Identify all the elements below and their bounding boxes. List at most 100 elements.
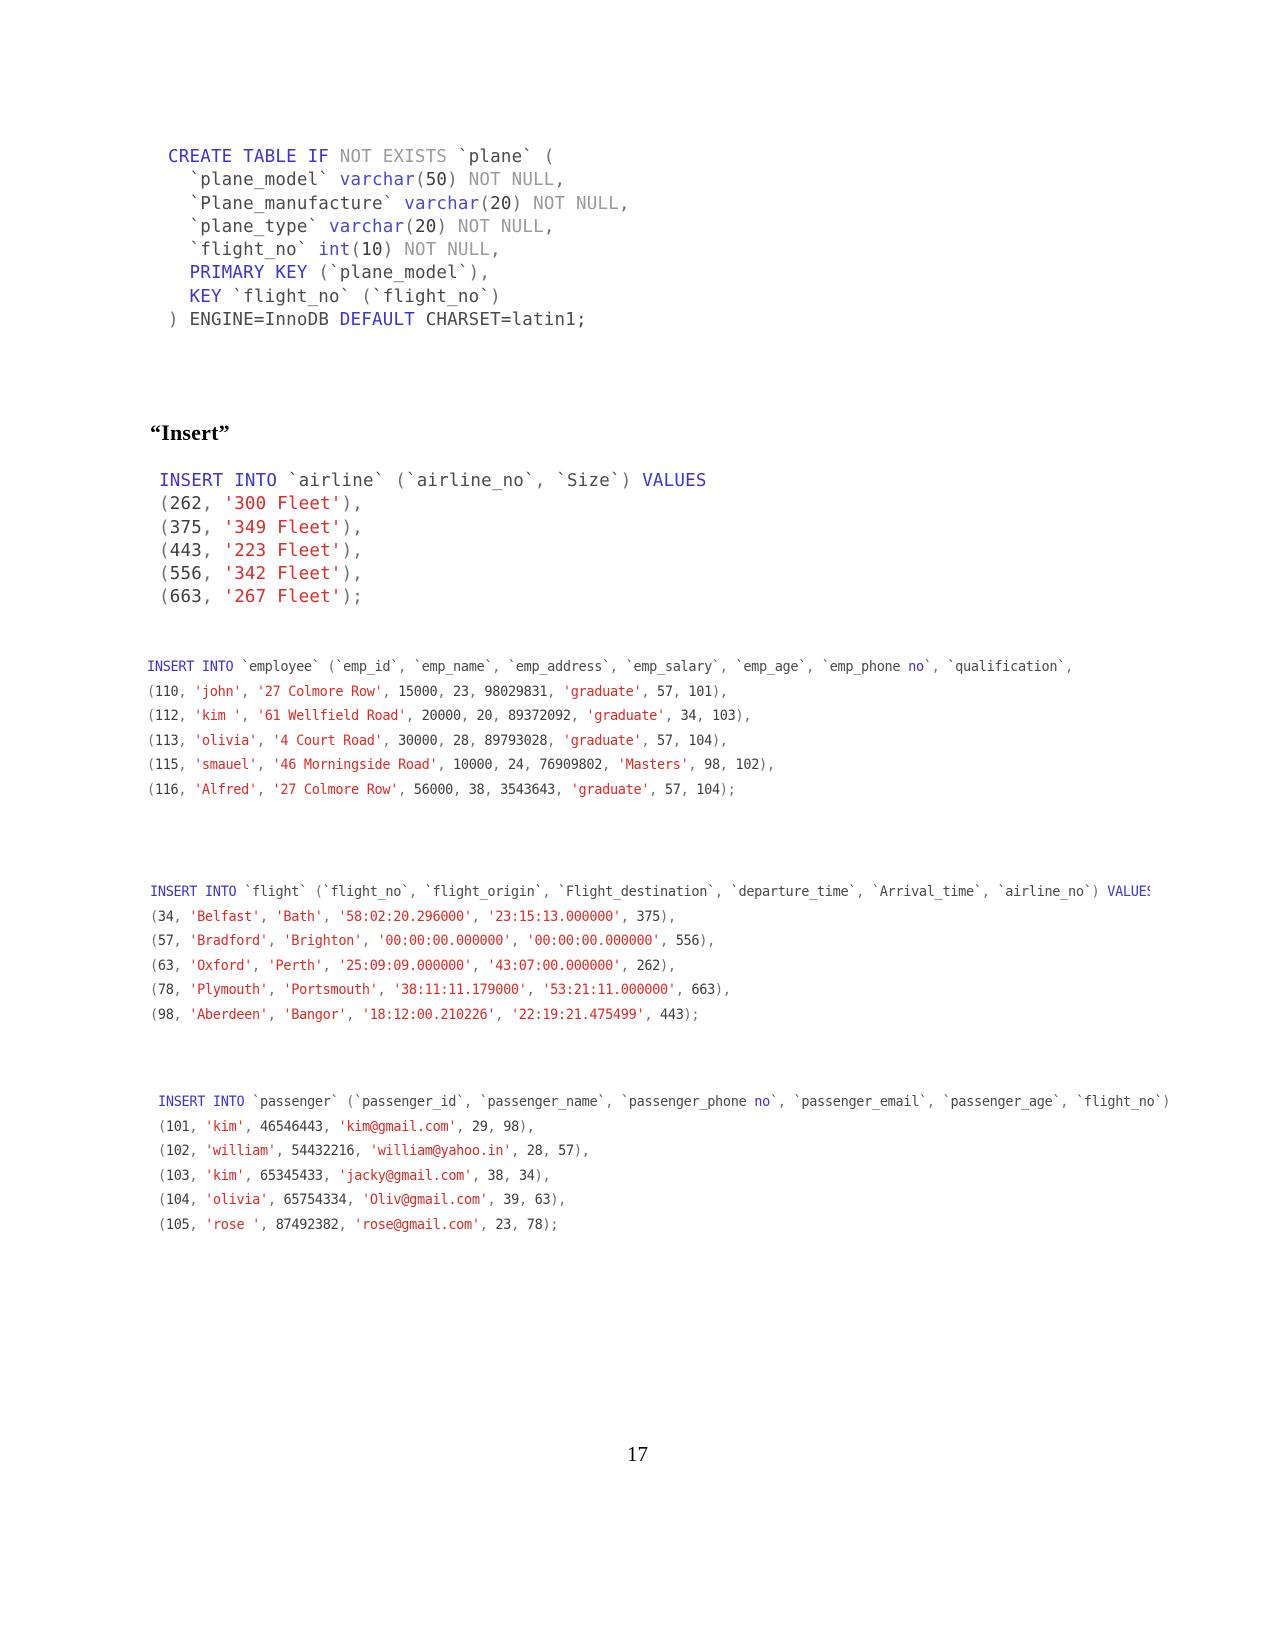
code-line: (443, '223 Fleet'), (159, 540, 707, 563)
code-token: , (322, 1166, 339, 1184)
code-token: `flight_no` (1075, 1093, 1163, 1110)
code-token: 'jacky@gmail.com' (338, 1166, 472, 1184)
code-token: ), (341, 517, 364, 538)
create-table-plane-code: CREATE TABLE IF NOT EXISTS `plane` ( `pl… (168, 146, 630, 332)
code-token: 28 (526, 1142, 543, 1160)
code-line: (34, 'Belfast', 'Bath', '58:02:20.296000… (150, 905, 1150, 930)
code-token: , (1060, 1093, 1076, 1110)
code-line: (112, 'kim ', '61 Wellfield Road', 20000… (147, 704, 1082, 729)
code-token: , (173, 932, 190, 950)
code-token: '25:09:09.000000' (338, 956, 472, 974)
code-token: `plane` (457, 147, 544, 167)
code-token: `emp_id` (335, 658, 399, 675)
code-line: `Plane_manufacture` varchar(20) NOT NULL… (168, 193, 630, 216)
code-token: 57 (664, 780, 681, 798)
code-token: ); (683, 1005, 700, 1023)
code-token: 'Brighton' (283, 932, 362, 950)
code-token: , (178, 756, 195, 774)
code-token: 375 (636, 907, 661, 925)
code-token: , (201, 494, 224, 515)
insert-airline-block: INSERT INTO `airline` (`airline_no`, `Si… (159, 470, 1259, 618)
code-token: ( (159, 517, 170, 538)
code-token: , (338, 1215, 355, 1233)
code-token: 'smauel' (194, 756, 257, 774)
code-line: INSERT INTO `employee` (`emp_id`, `emp_n… (147, 655, 1082, 680)
code-token: 'graduate' (586, 707, 665, 725)
code-token: `flight_no` (1081, 658, 1082, 675)
code-line: `plane_model` varchar(50) NOT NULL, (168, 169, 630, 192)
code-token: ), (341, 564, 364, 585)
code-line: PRIMARY KEY (`plane_model`), (168, 262, 630, 285)
code-token: 78 (157, 981, 174, 999)
code-token: ( (395, 471, 406, 491)
code-token: , (471, 907, 488, 925)
code-token: ( (350, 240, 362, 261)
code-token: '61 Wellfield Road' (256, 707, 406, 725)
code-token: ) (490, 286, 501, 307)
code-token: , (471, 956, 488, 974)
code-token: ), (518, 1117, 535, 1135)
code-token: `Arrival_time` (871, 883, 982, 900)
code-token: `passenger` (252, 1093, 347, 1110)
code-token: `Plane_manufacture` (168, 193, 405, 214)
code-token: '00:00:00.000000' (526, 932, 661, 950)
code-token: `Flight_destination` (558, 883, 715, 900)
code-token: ` (923, 658, 932, 675)
code-token: 'Perth' (267, 956, 323, 974)
code-token: '349 Fleet' (223, 517, 342, 538)
code-token: , (672, 731, 689, 749)
code-token: `emp_age` (735, 658, 807, 675)
code-token: , (543, 216, 555, 237)
code-token: 'olivia' (194, 731, 257, 749)
code-token: '23:15:13.000000' (487, 907, 621, 925)
code-token: ) (1162, 1093, 1171, 1110)
insert-passenger-code: INSERT INTO `passenger` (`passenger_id`,… (158, 1090, 1173, 1238)
code-token: `emp_salary` (625, 658, 720, 675)
code-token: , (173, 907, 190, 925)
code-token: '27 Colmore Row' (256, 682, 383, 700)
code-token: 'Bradford' (189, 932, 268, 950)
code-token: ), (711, 731, 728, 749)
code-token: , (672, 682, 689, 700)
code-token: `emp_name` (413, 658, 493, 675)
code-line: (262, '300 Fleet'), (159, 493, 707, 516)
code-token: varchar (329, 216, 405, 237)
code-token: '223 Fleet' (223, 540, 342, 561)
code-token: 98 (503, 1117, 519, 1135)
code-token: 'graduate' (562, 731, 642, 749)
code-token: , (618, 193, 630, 214)
code-token: , (609, 658, 626, 675)
code-token: , (511, 1142, 527, 1160)
code-token: 115 (154, 756, 179, 774)
code-token: 65754334 (283, 1191, 347, 1209)
code-token: ENGINE=InnoDB (189, 310, 340, 331)
code-token: 'Oxford' (189, 956, 253, 974)
code-token: 38 (487, 1166, 504, 1184)
code-token: , (189, 1191, 206, 1209)
code-token: `plane_type` (168, 216, 330, 237)
code-token: 443 (660, 1005, 684, 1023)
code-line: (102, 'william', 54432216, 'william@yaho… (158, 1139, 1173, 1164)
code-token: , (641, 731, 658, 749)
code-token: , (256, 780, 273, 798)
code-token: , (696, 707, 712, 725)
code-token: 23 (453, 682, 469, 700)
code-token: ), (735, 707, 752, 725)
code-token: 'kim@gmail.com' (338, 1117, 457, 1135)
code-token: '53:21:11.000000' (542, 981, 676, 999)
code-token: '22:19:21.475499' (510, 1005, 645, 1023)
code-token: , (241, 682, 257, 700)
code-token: 375 (169, 517, 202, 538)
code-token: ( (314, 883, 323, 900)
code-token: , (173, 1005, 190, 1023)
code-token: , (453, 780, 469, 798)
code-line: (105, 'rose ', 87492382, 'rose@gmail.com… (158, 1213, 1173, 1238)
code-token: ) (447, 170, 469, 191)
code-token: , (492, 707, 508, 725)
code-token: , (479, 1215, 496, 1233)
code-token: '58:02:20.296000' (338, 907, 472, 925)
code-token: `flight_no` (322, 883, 410, 900)
code-token: ); (542, 1215, 559, 1233)
code-token: 663 (691, 981, 715, 999)
code-token: , (460, 707, 477, 725)
